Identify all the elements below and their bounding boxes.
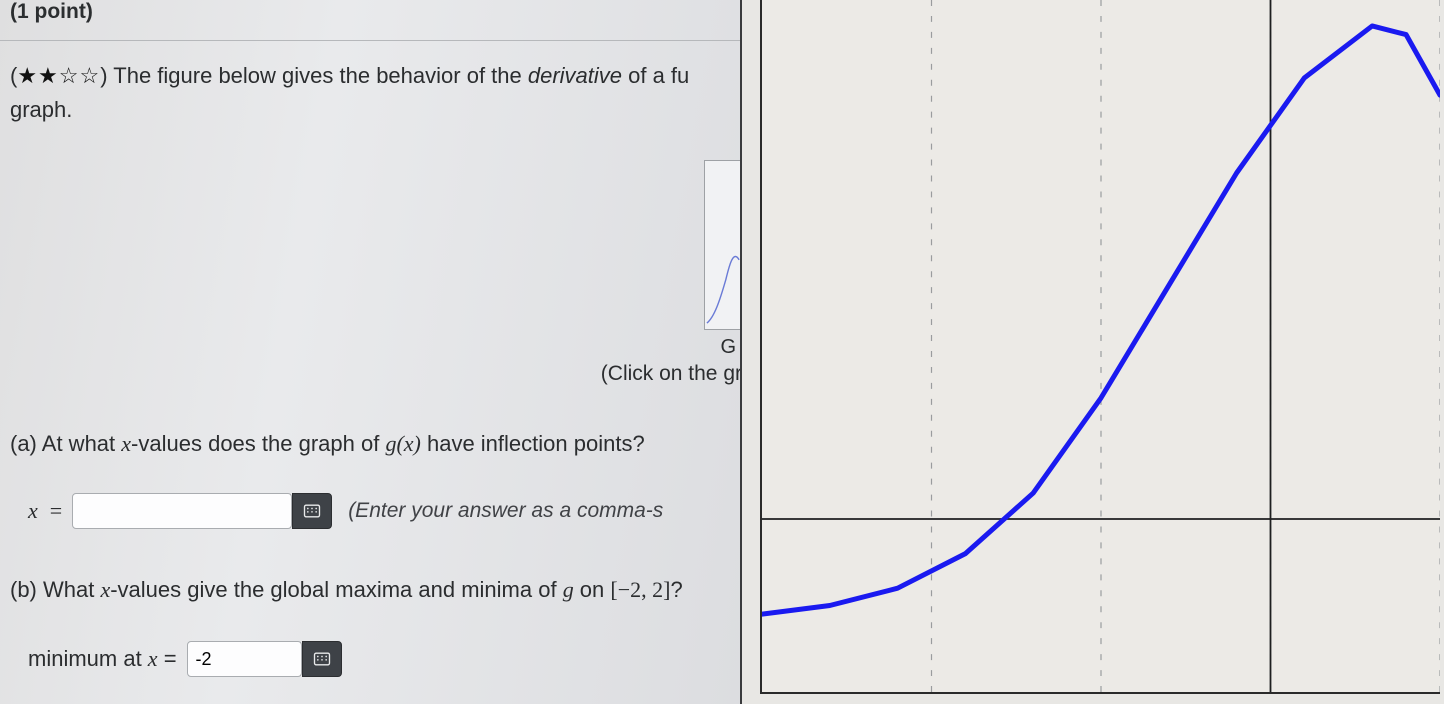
question-panel: (1 point) (★★☆☆) The figure below gives … [0,0,740,704]
derivative-plot [762,0,1440,692]
graph-panel [740,0,1444,704]
keypad-button[interactable] [292,493,332,529]
question-intro: (★★☆☆) The figure below gives the behavi… [10,59,722,93]
graph-label-g: G [720,336,736,359]
g-of-x: g(x) [385,431,420,456]
minimum-label: minimum at x = [28,646,177,672]
divider [0,40,740,41]
interval: [−2, 2] [610,577,670,602]
question-intro-line2: graph. [10,93,722,127]
keypad-icon [312,649,332,669]
plot-frame[interactable] [760,0,1440,694]
points-header: (1 point) [10,0,722,34]
equals-sign: = [50,498,62,524]
graph-thumbnail[interactable] [704,160,742,330]
part-a-question: (a) At what x-values does the graph of g… [10,427,722,461]
minimum-answer-input[interactable] [187,641,302,677]
keypad-icon [302,501,322,521]
derivative-word: derivative [528,63,622,88]
part-b-question: (b) What x-values give the global maxima… [10,573,722,607]
keypad-button[interactable] [302,641,342,677]
stars-filled: ★★ [17,63,58,88]
part-a-input-row: x = (Enter your answer as a comma-s [28,493,722,529]
part-a-answer-input[interactable] [72,493,292,529]
minimum-input-row: minimum at x = [28,641,722,677]
part-a-hint: (Enter your answer as a comma-s [348,499,663,523]
graph-click-hint: (Click on the gr [601,362,742,386]
stars-outline: ☆☆ [59,63,100,88]
x-label: x [28,498,38,524]
